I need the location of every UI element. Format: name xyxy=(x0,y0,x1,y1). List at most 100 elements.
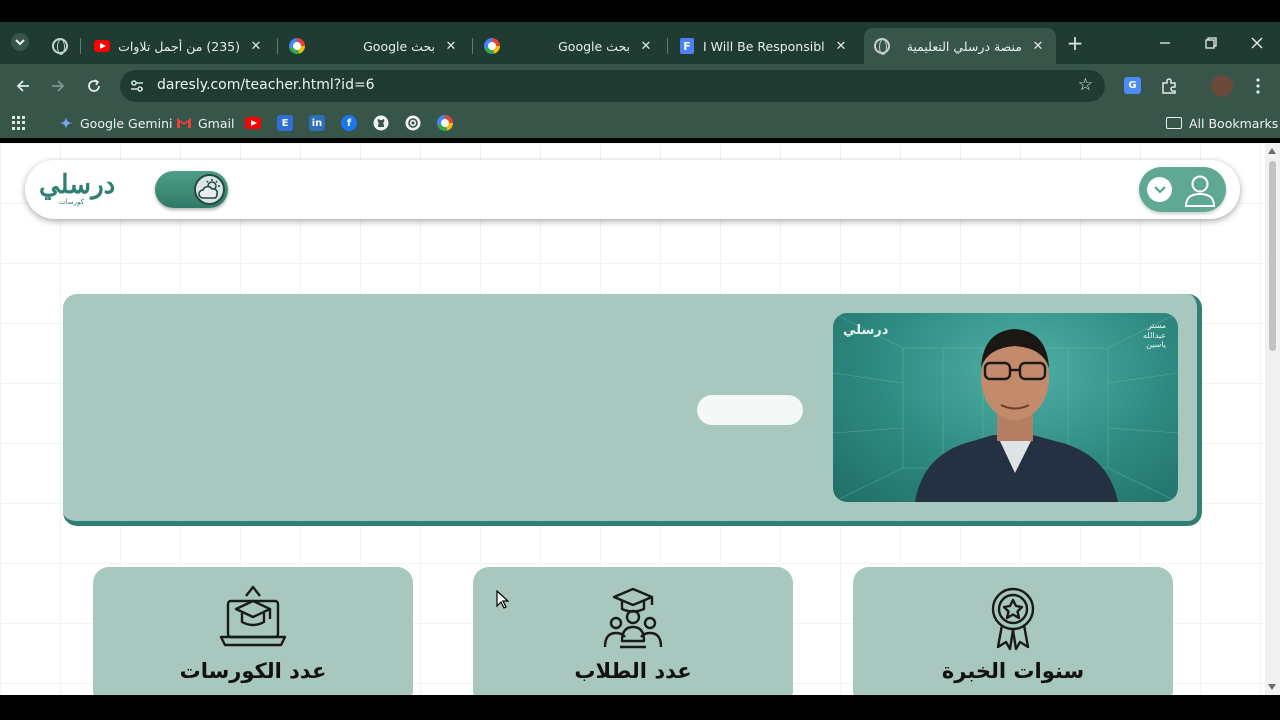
tab-google-search-2[interactable]: بحث Google ✕ xyxy=(474,28,664,64)
extensions-icon[interactable] xyxy=(1158,75,1180,97)
tab-title: بحث Google xyxy=(558,38,630,54)
close-icon xyxy=(1251,37,1263,49)
tab-daresly-active[interactable]: منصة درسلي التعليمية ✕ xyxy=(864,28,1056,64)
teacher-action-button[interactable] xyxy=(697,395,803,425)
web-page: درسلي كورسات درسلي مستر عبدالله ياسين عد… xyxy=(0,143,1265,695)
site-logo[interactable]: درسلي كورسات xyxy=(39,170,119,210)
bookmark-gemini[interactable]: Google Gemini xyxy=(58,114,172,132)
award-badge-icon xyxy=(991,587,1035,651)
bookmark-linkedin[interactable]: in xyxy=(309,114,331,132)
forward-button[interactable] xyxy=(43,71,73,101)
stat-card-courses: عدد الكورسات xyxy=(93,567,413,695)
laptop-graduation-icon xyxy=(219,585,287,647)
tab-google-search-1[interactable]: بحث Google ✕ xyxy=(279,28,469,64)
bookmark-star-icon[interactable]: ☆ xyxy=(1078,75,1093,95)
close-icon[interactable]: ✕ xyxy=(248,38,264,54)
gmail-icon xyxy=(176,115,192,131)
openai-icon xyxy=(405,115,421,131)
tab-separator xyxy=(667,38,668,54)
stat-label: عدد الكورسات xyxy=(179,659,327,683)
bookmark-openai[interactable] xyxy=(405,114,427,132)
tab-youtube[interactable]: (235) من أجمل تلاوات ما ✕ xyxy=(84,28,274,64)
bookmark-google[interactable] xyxy=(437,114,459,132)
scroll-down-arrow-icon[interactable] xyxy=(1268,684,1276,690)
bookmark-github[interactable] xyxy=(373,114,395,132)
weather-cloud-sun-icon xyxy=(194,174,225,205)
github-icon xyxy=(373,115,389,131)
linkedin-icon: in xyxy=(309,115,325,131)
google-icon xyxy=(484,38,500,54)
photo-caption-line: ياسين xyxy=(1146,340,1166,350)
minimize-button[interactable] xyxy=(1150,28,1180,58)
bookmark-e[interactable]: E xyxy=(277,114,299,132)
translate-icon[interactable]: G xyxy=(1124,77,1141,94)
screen: (235) من أجمل تلاوات ما ✕ بحث Google ✕ ب… xyxy=(0,0,1280,720)
tab-title: بحث Google xyxy=(363,38,435,54)
arrow-left-icon xyxy=(16,80,29,92)
mouse-cursor-icon xyxy=(496,590,510,609)
close-window-button[interactable] xyxy=(1242,28,1272,58)
stat-label: سنوات الخبرة xyxy=(941,659,1085,683)
close-icon[interactable]: ✕ xyxy=(638,38,654,54)
theme-toggle[interactable] xyxy=(155,171,228,208)
browser-toolbar: daresly.com/teacher.html?id=6 ☆ G xyxy=(0,64,1280,108)
tab-forms[interactable]: F I Will Be Responsible ve ✕ xyxy=(669,28,859,64)
all-bookmarks-button[interactable]: All Bookmarks xyxy=(1166,114,1278,132)
menu-kebab-icon[interactable] xyxy=(1247,75,1269,97)
tab-title: منصة درسلي التعليمية xyxy=(906,38,1022,54)
facebook-icon: f xyxy=(341,115,357,131)
all-bookmarks-label: All Bookmarks xyxy=(1189,115,1279,131)
address-bar[interactable]: daresly.com/teacher.html?id=6 ☆ xyxy=(120,70,1105,102)
chevron-down-icon xyxy=(11,33,29,51)
bookmark-label: Gmail xyxy=(198,115,235,131)
students-icon xyxy=(603,587,663,649)
arrow-right-icon xyxy=(52,80,65,92)
tab-separator xyxy=(472,38,473,54)
tab-pinned-globe[interactable] xyxy=(42,28,78,64)
globe-icon xyxy=(52,38,68,55)
tab-title: (235) من أجمل تلاوات ما xyxy=(118,38,240,54)
google-icon xyxy=(289,38,305,54)
google-icon xyxy=(437,115,453,131)
photo-caption: مستر عبدالله ياسين xyxy=(1143,321,1166,350)
restore-icon xyxy=(1205,37,1217,49)
user-icon xyxy=(1184,175,1216,207)
stat-card-experience: سنوات الخبرة xyxy=(853,567,1173,695)
new-tab-button[interactable]: + xyxy=(1060,28,1090,58)
logo-subtext: كورسات xyxy=(59,198,84,206)
e-icon: E xyxy=(277,115,293,131)
scrollbar-thumb[interactable] xyxy=(1269,161,1276,351)
logo-text: درسلي xyxy=(39,170,116,200)
bookmark-youtube[interactable] xyxy=(245,114,267,132)
folder-icon xyxy=(1166,117,1182,129)
url-text[interactable]: daresly.com/teacher.html?id=6 xyxy=(157,77,375,93)
teacher-photo: درسلي مستر عبدالله ياسين xyxy=(833,313,1178,502)
close-icon[interactable]: ✕ xyxy=(833,38,849,54)
tab-title: I Will Be Responsible ve xyxy=(703,38,825,54)
back-button[interactable] xyxy=(8,71,38,101)
profile-avatar-icon[interactable] xyxy=(1211,75,1233,97)
bookmark-facebook[interactable]: f xyxy=(341,114,363,132)
tab-separator xyxy=(277,38,278,54)
youtube-icon xyxy=(245,115,261,131)
tab-strip: (235) من أجمل تلاوات ما ✕ بحث Google ✕ ب… xyxy=(0,22,1280,64)
minimize-icon xyxy=(1160,42,1170,44)
photo-caption-line: عبدالله xyxy=(1143,330,1166,340)
youtube-icon xyxy=(94,38,110,54)
scroll-up-arrow-icon[interactable] xyxy=(1268,148,1276,154)
page-scrollbar[interactable] xyxy=(1265,143,1280,695)
close-icon[interactable]: ✕ xyxy=(443,38,459,54)
photo-logo: درسلي xyxy=(843,323,889,338)
reload-button[interactable] xyxy=(79,71,109,101)
stat-label: عدد الطلاب xyxy=(574,659,692,683)
restore-button[interactable] xyxy=(1196,28,1226,58)
tab-search-button[interactable] xyxy=(5,27,35,57)
close-icon[interactable]: ✕ xyxy=(1030,38,1046,54)
site-info-icon[interactable] xyxy=(129,78,145,94)
chevron-down-icon[interactable] xyxy=(1147,177,1172,202)
forms-icon: F xyxy=(679,38,695,54)
bookmarks-bar: Google Gemini Gmail E in f All Bookmarks xyxy=(0,108,1280,138)
bookmark-gmail[interactable]: Gmail xyxy=(176,114,234,132)
user-menu[interactable] xyxy=(1139,167,1226,212)
apps-button[interactable] xyxy=(12,114,26,132)
